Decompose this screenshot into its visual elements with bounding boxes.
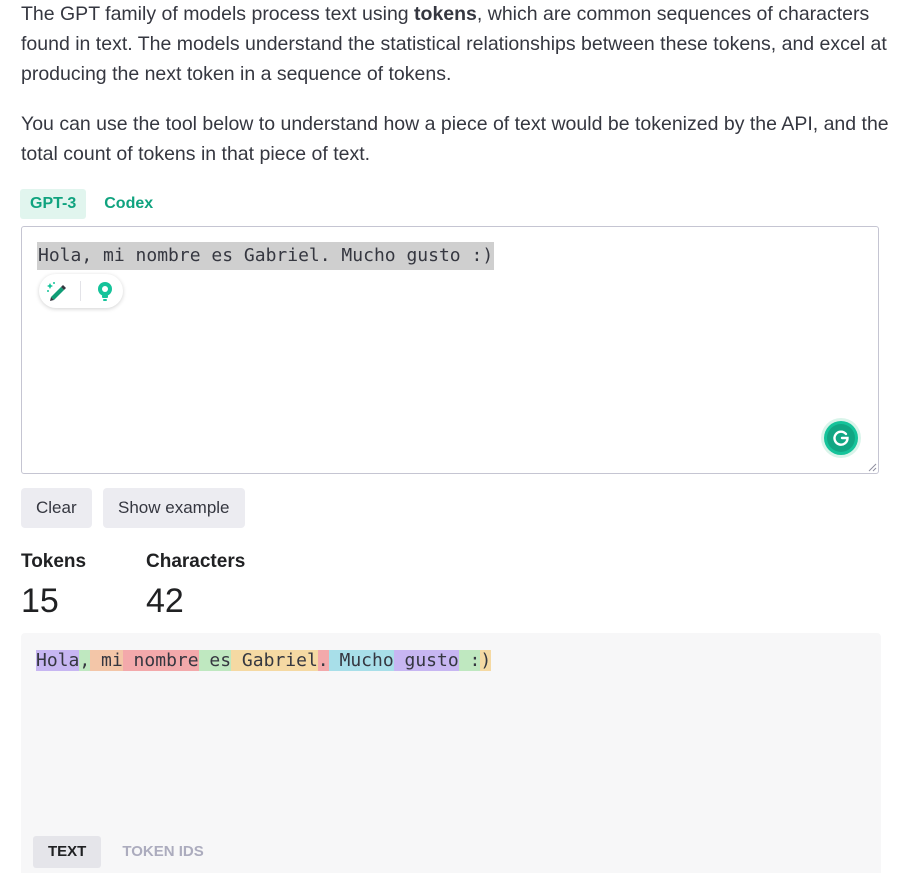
tab-text[interactable]: TEXT <box>33 836 102 868</box>
tokenizer-page: The GPT family of models process text us… <box>0 0 922 873</box>
token-chip: nombre <box>122 650 199 671</box>
intro-bold-term: tokens <box>414 3 477 25</box>
token-chip: Hola <box>36 650 80 671</box>
magic-pencil-icon[interactable] <box>45 279 69 303</box>
characters-label: Characters <box>146 551 246 572</box>
token-chip: ) <box>480 650 492 671</box>
grammarly-icon[interactable] <box>824 421 858 455</box>
tab-gpt3[interactable]: GPT-3 <box>20 189 87 219</box>
token-chip: mi <box>90 650 123 671</box>
intro-text-start: The GPT family of models process text us… <box>21 3 415 25</box>
toolbar-divider <box>80 281 82 301</box>
tab-codex[interactable]: Codex <box>94 189 163 219</box>
tokenized-output-panel: Hola, mi nombre es Gabriel. Mucho gusto … <box>21 633 881 873</box>
token-chip: . <box>317 650 329 671</box>
characters-count: 42 <box>146 582 184 620</box>
tokens-label: Tokens <box>21 551 87 572</box>
tool-description: You can use the tool below to understand… <box>21 113 889 165</box>
token-chip: , <box>79 650 91 671</box>
token-list: Hola, mi nombre es Gabriel. Mucho gusto … <box>36 649 492 673</box>
lightbulb-icon[interactable] <box>93 279 117 303</box>
token-chip: Gabriel <box>231 650 318 671</box>
grammarly-icon-inner <box>827 424 855 452</box>
token-chip: : <box>458 650 481 671</box>
tokens-count: 15 <box>21 582 59 620</box>
token-chip: Mucho <box>328 650 394 671</box>
text-input-area[interactable]: Hola, mi nombre es Gabriel. Mucho gusto … <box>21 226 879 474</box>
output-view-tabs: TEXT TOKEN IDS <box>33 836 219 868</box>
tokens-stat: Tokens 15 <box>21 549 86 623</box>
model-tabs: GPT-3 Codex <box>20 189 163 219</box>
show-example-button[interactable]: Show example <box>103 488 245 528</box>
tab-token-ids[interactable]: TOKEN IDS <box>107 836 218 868</box>
intro-paragraph: The GPT family of models process text us… <box>21 0 901 89</box>
characters-stat: Characters 42 <box>146 549 245 623</box>
input-text[interactable]: Hola, mi nombre es Gabriel. Mucho gusto … <box>37 242 495 270</box>
resize-handle-icon[interactable] <box>867 462 877 472</box>
token-chip: gusto <box>393 650 459 671</box>
clear-button[interactable]: Clear <box>21 488 92 528</box>
token-chip: es <box>198 650 232 671</box>
writing-assistant-toolbar <box>39 274 123 308</box>
